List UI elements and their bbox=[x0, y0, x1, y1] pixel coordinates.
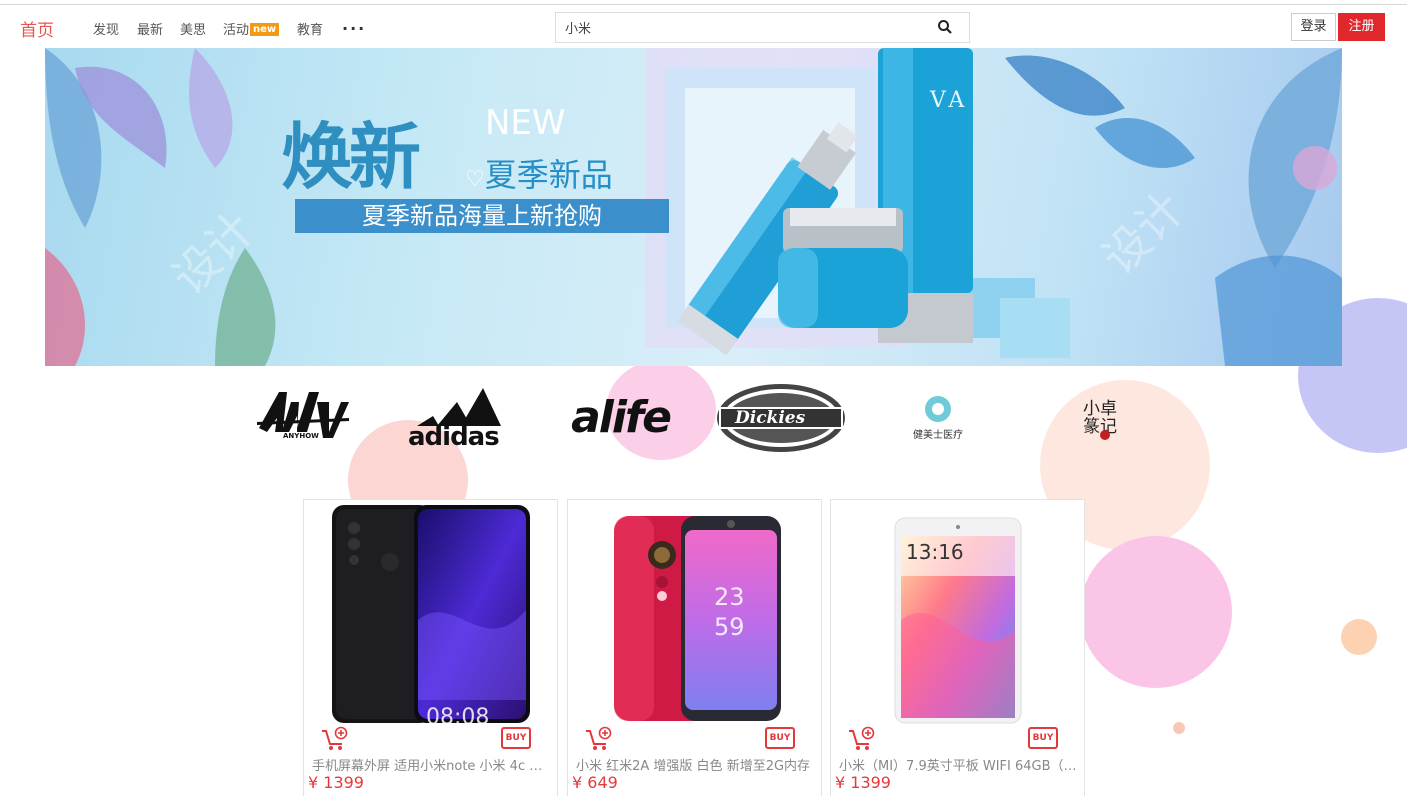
cart-add-icon[interactable] bbox=[320, 726, 348, 756]
banner-subtitle: ♡夏季新品 bbox=[465, 150, 613, 196]
register-button[interactable]: 注册 bbox=[1338, 13, 1385, 41]
dickies-label: Dickies bbox=[735, 408, 806, 428]
nav-activity[interactable]: 活动 new bbox=[223, 19, 280, 38]
top-divider bbox=[0, 4, 1407, 5]
brand-xiaozhuo-logo[interactable]: 小卓 篆记 bbox=[1070, 380, 1130, 455]
adidas-label: adidas bbox=[408, 422, 500, 452]
product-title[interactable]: 小米 红米2A 增强版 白色 新增至2G内存 bbox=[576, 755, 816, 774]
new-badge: new bbox=[250, 23, 280, 36]
search-icon[interactable] bbox=[937, 19, 953, 39]
product-title[interactable]: 小米（MI）7.9英寸平板 WIFI 64GB（iOS） bbox=[839, 755, 1079, 774]
search-input[interactable] bbox=[556, 13, 916, 42]
product-card[interactable]: 08:08 BUY 手机屏幕外屏 适用小米note 小米 4c 小米5 5s ¥… bbox=[303, 499, 558, 796]
product-image-phone-black bbox=[332, 505, 530, 723]
heart-icon: ♡ bbox=[465, 167, 485, 192]
login-button[interactable]: 登录 bbox=[1291, 13, 1336, 41]
banner-headline: 焕新 bbox=[281, 115, 421, 199]
banner-new-label: NEW bbox=[485, 103, 566, 143]
product-image-phone-red bbox=[614, 516, 781, 721]
screen-time-label: 23 59 bbox=[714, 583, 745, 641]
anyhow-label: ANYHOW bbox=[283, 432, 319, 440]
product-price: ¥ 649 bbox=[572, 773, 618, 792]
nav-latest[interactable]: 最新 bbox=[137, 19, 163, 38]
card-action-bar: BUY bbox=[568, 724, 821, 754]
search-box bbox=[555, 12, 970, 43]
card-action-bar: BUY bbox=[831, 724, 1084, 754]
deco-dot-orange bbox=[1173, 722, 1185, 734]
card-action-bar: BUY bbox=[304, 724, 557, 754]
banner-subtitle-text: 夏季新品 bbox=[484, 156, 613, 194]
buy-icon[interactable]: BUY bbox=[501, 727, 531, 749]
buy-icon[interactable]: BUY bbox=[1028, 727, 1058, 749]
cart-add-icon[interactable] bbox=[584, 726, 612, 756]
tube-brand-text: VA bbox=[930, 88, 969, 113]
product-price: ¥ 1399 bbox=[308, 773, 364, 792]
brand-jianmeishi-logo[interactable]: 健美士医疗 bbox=[888, 380, 988, 455]
banner-slogan: 夏季新品海量上新抢购 bbox=[295, 199, 669, 233]
nav-meisi[interactable]: 美思 bbox=[180, 19, 206, 38]
nav-education[interactable]: 教育 bbox=[297, 19, 323, 38]
product-title[interactable]: 手机屏幕外屏 适用小米note 小米 4c 小米5 5s bbox=[312, 755, 552, 774]
jianmeishi-label: 健美士医疗 bbox=[913, 430, 963, 441]
deco-circle-pink-big bbox=[1080, 536, 1232, 688]
brand-dickies-logo[interactable]: Dickies bbox=[713, 380, 848, 455]
deco-circle-orange bbox=[1341, 619, 1377, 655]
nav-discover[interactable]: 发现 bbox=[93, 19, 119, 38]
product-card[interactable]: 13:16 BUY 小米（MI）7.9英寸平板 WIFI 64GB（iOS） ¥… bbox=[830, 499, 1085, 796]
brand-alife-logo[interactable]: alife bbox=[558, 380, 683, 455]
nav-activity-label: 活动 bbox=[223, 23, 250, 38]
buy-icon[interactable]: BUY bbox=[765, 727, 795, 749]
nav-home[interactable]: 首页 bbox=[20, 16, 54, 41]
more-menu-icon[interactable]: ··· bbox=[342, 19, 366, 38]
jianmeishi-icon bbox=[925, 396, 951, 422]
brand-anyhow-logo[interactable]: ANYHOW bbox=[255, 380, 350, 455]
product-price: ¥ 1399 bbox=[835, 773, 891, 792]
alife-label: alife bbox=[571, 392, 672, 443]
xiaozhuo-label: 小卓 篆记 bbox=[1083, 398, 1117, 437]
cart-add-icon[interactable] bbox=[847, 726, 875, 756]
product-image-tablet bbox=[894, 517, 1022, 724]
hero-banner[interactable]: 设计 设计 焕新 NEW ♡夏季新品 夏季新品海量上新抢购 VA bbox=[45, 48, 1342, 366]
brand-adidas-logo[interactable]: adidas bbox=[400, 380, 515, 455]
screen-time-label: 13:16 bbox=[906, 540, 964, 564]
product-card[interactable]: 23 59 BUY 小米 红米2A 增强版 白色 新增至2G内存 ¥ 649 bbox=[567, 499, 822, 796]
seal-icon bbox=[1100, 430, 1110, 440]
top-nav: 首页 发现 最新 美思 活动new 教育 ··· 登录 注册 bbox=[0, 8, 1407, 46]
